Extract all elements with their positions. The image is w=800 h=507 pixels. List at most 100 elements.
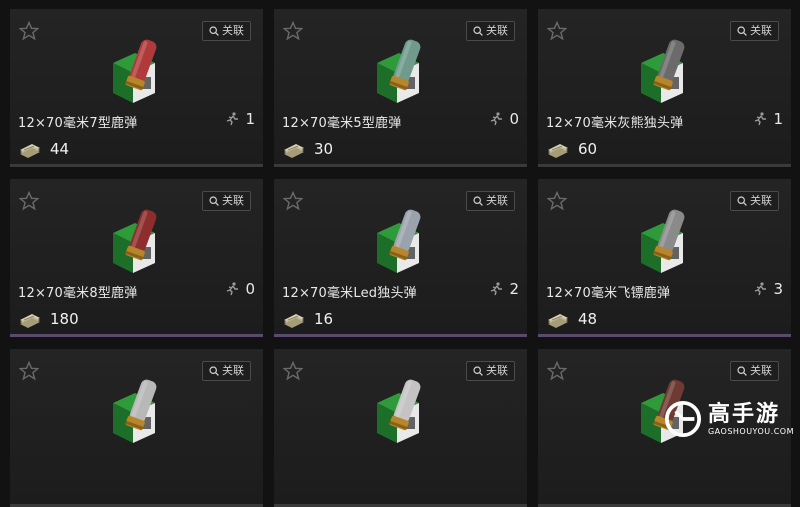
item-count: 0 — [225, 280, 255, 298]
item-card[interactable]: 关联 12×70毫米Led独头弹 2 16 — [274, 179, 527, 337]
price-value: 30 — [314, 140, 334, 158]
money-stack-icon — [20, 144, 40, 158]
item-count: 1 — [225, 110, 255, 128]
item-card[interactable]: 关联 12×70毫米飞镖鹿弹 3 48 — [538, 179, 791, 337]
item-card[interactable]: 关联 12×70毫米7型鹿弹 1 44 — [10, 9, 263, 167]
ammo-box-icon — [377, 379, 421, 443]
item-name: 12×70毫米7型鹿弹 — [18, 116, 138, 131]
star-icon[interactable] — [547, 361, 567, 381]
link-label: 关联 — [750, 194, 772, 207]
count-value: 1 — [245, 110, 255, 128]
item-card[interactable]: 关联 12×70毫米8型鹿弹 0 180 — [10, 179, 263, 337]
item-price: 180 — [18, 310, 79, 328]
running-person-icon — [755, 112, 767, 126]
watermark: 高手游 GAOSHOUYOU.COM — [664, 395, 794, 443]
search-icon — [737, 26, 747, 36]
item-card[interactable]: 关联 — [10, 349, 263, 507]
search-icon — [209, 366, 219, 376]
item-count: 1 — [753, 110, 783, 128]
item-name: 12×70毫米8型鹿弹 — [18, 286, 138, 301]
link-button[interactable]: 关联 — [466, 361, 515, 381]
item-name: 12×70毫米灰熊独头弹 — [546, 116, 684, 131]
ammo-box-icon — [113, 39, 157, 103]
item-card[interactable]: 关联 — [274, 349, 527, 507]
item-price: 48 — [546, 310, 597, 328]
ammo-box-icon — [377, 209, 421, 273]
link-label: 关联 — [222, 194, 244, 207]
card-rarity-bar — [538, 164, 791, 167]
star-icon[interactable] — [283, 361, 303, 381]
count-value: 2 — [509, 280, 519, 298]
item-card[interactable]: 关联 12×70毫米灰熊独头弹 1 60 — [538, 9, 791, 167]
ammo-box-icon — [641, 39, 685, 103]
item-name: 12×70毫米飞镖鹿弹 — [546, 286, 671, 301]
search-icon — [209, 26, 219, 36]
running-person-icon — [491, 112, 503, 126]
search-icon — [737, 366, 747, 376]
link-label: 关联 — [750, 364, 772, 377]
count-value: 3 — [773, 280, 783, 298]
star-icon[interactable] — [19, 21, 39, 41]
card-rarity-bar — [274, 334, 527, 337]
link-button[interactable]: 关联 — [202, 361, 251, 381]
link-button[interactable]: 关联 — [466, 21, 515, 41]
link-button[interactable]: 关联 — [730, 191, 779, 211]
price-value: 44 — [50, 140, 70, 158]
link-button[interactable]: 关联 — [202, 21, 251, 41]
star-icon[interactable] — [547, 191, 567, 211]
card-rarity-bar — [538, 334, 791, 337]
link-label: 关联 — [750, 24, 772, 37]
price-value: 180 — [50, 310, 79, 328]
running-person-icon — [227, 282, 239, 296]
brand-logo-icon — [664, 400, 702, 438]
brand-url: GAOSHOUYOU.COM — [707, 426, 794, 436]
item-card[interactable]: 关联 12×70毫米5型鹿弹 0 30 — [274, 9, 527, 167]
link-label: 关联 — [486, 364, 508, 377]
item-count: 2 — [489, 280, 519, 298]
link-label: 关联 — [222, 364, 244, 377]
link-button[interactable]: 关联 — [202, 191, 251, 211]
ammo-box-icon — [113, 379, 157, 443]
card-rarity-bar — [10, 334, 263, 337]
item-count: 0 — [489, 110, 519, 128]
star-icon[interactable] — [283, 191, 303, 211]
money-stack-icon — [284, 314, 304, 328]
link-button[interactable]: 关联 — [730, 361, 779, 381]
star-icon[interactable] — [19, 361, 39, 381]
link-button[interactable]: 关联 — [466, 191, 515, 211]
count-value: 0 — [509, 110, 519, 128]
item-price: 44 — [18, 140, 69, 158]
money-stack-icon — [548, 314, 568, 328]
link-button[interactable]: 关联 — [730, 21, 779, 41]
price-value: 16 — [314, 310, 334, 328]
link-label: 关联 — [486, 24, 508, 37]
card-rarity-bar — [10, 164, 263, 167]
search-icon — [473, 196, 483, 206]
ammo-box-icon — [641, 209, 685, 273]
star-icon[interactable] — [547, 21, 567, 41]
item-price: 60 — [546, 140, 597, 158]
money-stack-icon — [548, 144, 568, 158]
ammo-box-icon — [113, 209, 157, 273]
search-icon — [473, 26, 483, 36]
count-value: 1 — [773, 110, 783, 128]
ammo-box-icon — [377, 39, 421, 103]
money-stack-icon — [284, 144, 304, 158]
running-person-icon — [755, 282, 767, 296]
item-grid: 关联 12×70毫米7型鹿弹 1 44 关联 12×70毫米5型鹿弹 0 30 … — [0, 0, 800, 507]
search-icon — [473, 366, 483, 376]
card-rarity-bar — [274, 164, 527, 167]
brand-name: 高手游 — [707, 401, 780, 427]
link-label: 关联 — [222, 24, 244, 37]
price-value: 60 — [578, 140, 598, 158]
item-name: 12×70毫米5型鹿弹 — [282, 116, 402, 131]
item-name: 12×70毫米Led独头弹 — [282, 286, 417, 301]
item-count: 3 — [753, 280, 783, 298]
star-icon[interactable] — [19, 191, 39, 211]
running-person-icon — [491, 282, 503, 296]
item-price: 16 — [282, 310, 333, 328]
price-value: 48 — [578, 310, 598, 328]
search-icon — [209, 196, 219, 206]
count-value: 0 — [245, 280, 255, 298]
star-icon[interactable] — [283, 21, 303, 41]
